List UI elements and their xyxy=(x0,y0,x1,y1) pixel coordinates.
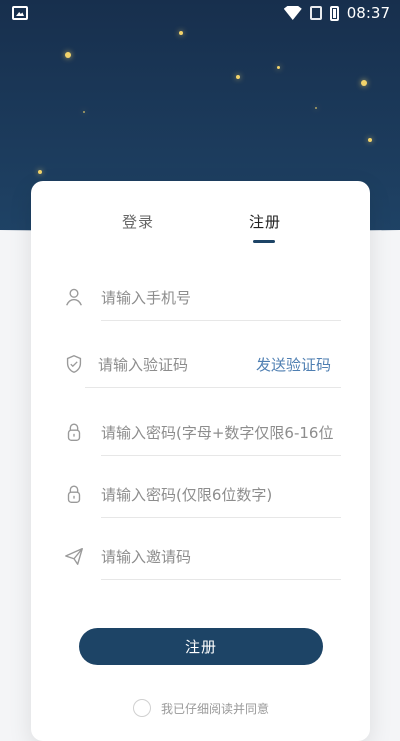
status-time: 08:37 xyxy=(346,4,390,22)
shield-icon xyxy=(66,355,82,373)
invite-divider xyxy=(101,579,341,580)
code-row: 发送验证码 xyxy=(55,342,341,388)
register-card: 登录 注册 发送验证码 xyxy=(31,181,370,741)
agreement-checkbox[interactable] xyxy=(133,699,151,717)
wifi-icon xyxy=(284,6,302,20)
star-decoration xyxy=(315,107,317,109)
password-row xyxy=(55,410,341,456)
user-icon xyxy=(66,288,82,306)
phone-input[interactable] xyxy=(101,275,333,321)
sim-icon xyxy=(309,6,322,20)
invite-code-input[interactable] xyxy=(101,534,333,580)
password-input[interactable] xyxy=(101,410,333,456)
auth-tabs: 登录 注册 xyxy=(31,181,370,245)
pay-password-row xyxy=(55,472,341,518)
verification-code-input[interactable] xyxy=(98,342,248,388)
star-decoration xyxy=(65,52,71,58)
register-button[interactable]: 注册 xyxy=(79,628,323,665)
tab-login[interactable]: 登录 xyxy=(122,211,154,232)
star-decoration xyxy=(83,111,85,113)
code-divider xyxy=(85,387,341,388)
paper-plane-icon xyxy=(65,547,83,565)
send-code-button[interactable]: 发送验证码 xyxy=(256,354,331,375)
password-divider xyxy=(101,455,341,456)
invite-row xyxy=(55,534,341,580)
pay-password-input[interactable] xyxy=(101,472,333,518)
active-tab-indicator xyxy=(253,240,275,243)
image-icon xyxy=(12,6,28,20)
star-decoration xyxy=(368,138,372,142)
agreement-text: 我已仔细阅读并同意 xyxy=(161,702,270,716)
lock-icon xyxy=(67,423,81,441)
phone-divider xyxy=(101,320,341,321)
star-decoration xyxy=(277,66,280,69)
tab-register[interactable]: 注册 xyxy=(249,211,281,232)
status-bar: 08:37 xyxy=(0,0,400,28)
star-decoration xyxy=(179,31,183,35)
lock-icon xyxy=(67,485,81,503)
star-decoration xyxy=(236,75,240,79)
star-decoration xyxy=(361,80,367,86)
star-decoration xyxy=(38,170,42,174)
battery-icon xyxy=(329,5,339,21)
agreement-row: 我已仔细阅读并同意 xyxy=(133,699,353,721)
phone-row xyxy=(55,275,341,321)
pay-password-divider xyxy=(101,517,341,518)
